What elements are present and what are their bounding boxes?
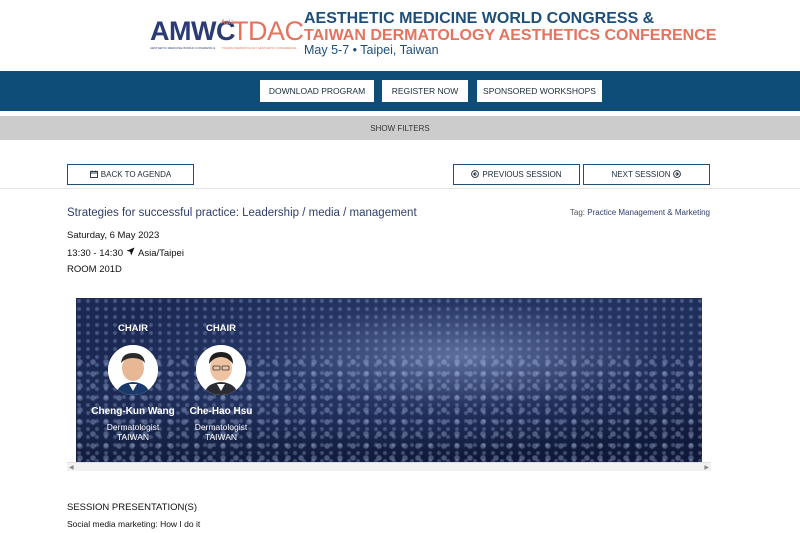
tag-label: Tag: bbox=[569, 208, 586, 217]
circle-arrow-right-icon bbox=[673, 169, 682, 180]
session-tag: Tag: Practice Management & Marketing bbox=[570, 208, 710, 217]
speaker-name: Che-Hao Hsu bbox=[189, 406, 253, 417]
speaker-country: TAIWAN bbox=[116, 432, 150, 442]
speaker-role: CHAIR bbox=[117, 323, 149, 334]
location-arrow-icon bbox=[126, 247, 135, 259]
conference-date-place: May 5-7 • Taipei, Taiwan bbox=[304, 43, 439, 57]
previous-session-label: PREVIOUS SESSION bbox=[482, 170, 562, 179]
sponsored-workshops-button[interactable]: SPONSORED WORKSHOPS bbox=[477, 80, 602, 102]
session-date: Saturday, 6 May 2023 bbox=[67, 230, 160, 241]
calendar-icon bbox=[89, 170, 98, 180]
scroll-right-arrow-icon[interactable]: ▶ bbox=[704, 464, 709, 471]
main-navbar: DOWNLOAD PROGRAM REGISTER NOW SPONSORED … bbox=[0, 71, 800, 111]
download-program-button[interactable]: DOWNLOAD PROGRAM bbox=[260, 80, 374, 102]
logo-tdac-text: TDAC bbox=[232, 16, 304, 46]
speaker-photo bbox=[196, 345, 246, 395]
next-session-button[interactable]: NEXT SESSION bbox=[583, 164, 710, 185]
circle-arrow-left-icon bbox=[471, 169, 480, 180]
session-speakers-banner: CHAIR Cheng-Kun Wang Dermatologist TAIWA… bbox=[76, 298, 702, 462]
session-title: Strategies for successful practice: Lead… bbox=[67, 207, 417, 219]
back-to-agenda-button[interactable]: BACK TO AGENDA bbox=[67, 164, 194, 185]
logo-subtitle-left: AESTHETIC MEDICINE WORLD CONGRESS & bbox=[150, 46, 216, 50]
speaker-card[interactable]: CHAIR Cheng-Kun Wang Dermatologist TAIWA… bbox=[88, 298, 178, 462]
session-room: ROOM 201D bbox=[67, 264, 122, 275]
next-session-label: NEXT SESSION bbox=[611, 170, 671, 179]
presentation-item[interactable]: Social media marketing: How I do it bbox=[67, 519, 200, 529]
divider bbox=[0, 188, 800, 189]
session-timezone: Asia/Taipei bbox=[138, 247, 184, 259]
site-header: AMWC Asia TDAC AESTHETIC MEDICINE WORLD … bbox=[0, 0, 800, 71]
speaker-title: Dermatologist bbox=[106, 422, 160, 432]
show-filters-button[interactable]: SHOW FILTERS bbox=[0, 116, 800, 140]
speaker-card[interactable]: CHAIR Che-Hao Hsu Dermatologist TAIWAN bbox=[176, 298, 266, 462]
speaker-role: CHAIR bbox=[205, 323, 237, 334]
speaker-title: Dermatologist bbox=[194, 422, 248, 432]
register-now-button[interactable]: REGISTER NOW bbox=[382, 80, 468, 102]
speaker-country: TAIWAN bbox=[204, 432, 238, 442]
speaker-photo bbox=[108, 345, 158, 395]
session-time: 13:30 - 14:30 Asia/Taipei bbox=[67, 247, 184, 259]
banner-horizontal-scrollbar[interactable]: ◀ ▶ bbox=[67, 462, 711, 471]
session-time-range: 13:30 - 14:30 bbox=[67, 247, 123, 259]
conference-title-line1: AESTHETIC MEDICINE WORLD CONGRESS & bbox=[304, 10, 655, 27]
session-presentations-heading: SESSION PRESENTATION(S) bbox=[67, 502, 198, 513]
logo-subtitle-right: TAIWAN DERMATOLOGY AESTHETIC CONFERENCE bbox=[222, 46, 297, 50]
scroll-left-arrow-icon[interactable]: ◀ bbox=[69, 464, 74, 471]
conference-logo[interactable]: AMWC Asia TDAC AESTHETIC MEDICINE WORLD … bbox=[150, 16, 304, 56]
previous-session-button[interactable]: PREVIOUS SESSION bbox=[453, 164, 580, 185]
back-to-agenda-label: BACK TO AGENDA bbox=[100, 170, 172, 179]
tag-link[interactable]: Practice Management & Marketing bbox=[587, 208, 710, 217]
